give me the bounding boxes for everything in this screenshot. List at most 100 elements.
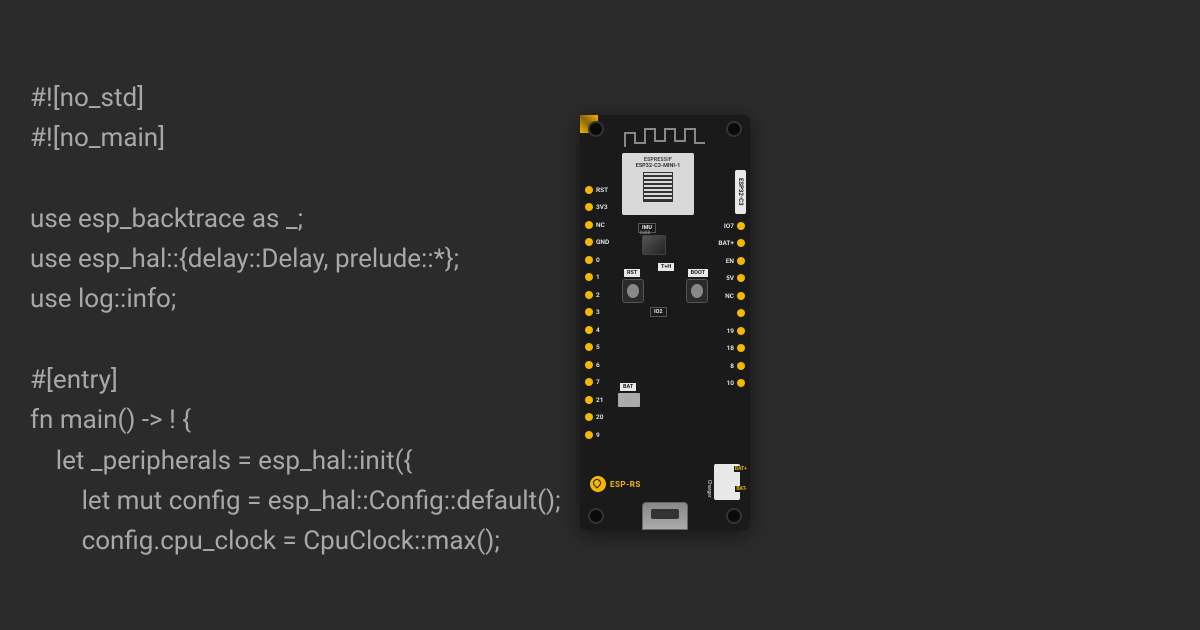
pin[interactable]: 7 [585,376,600,389]
pin-dot-icon [585,273,593,281]
pin[interactable]: 5V [726,272,745,285]
pin[interactable]: 21 [585,393,603,406]
pin-label: NC [596,221,605,229]
pin-label: 8 [730,362,734,370]
pin-label: 18 [727,344,734,352]
pin-dot-icon [585,186,593,194]
pin-label: 19 [727,327,734,335]
qr-code-icon [643,172,673,202]
pin-dot-icon [737,362,745,370]
pin-label: 5 [596,343,600,351]
bat-minus-label: BAT- [735,486,748,492]
pin-label: BAT+ [718,239,734,247]
pin-dot-icon [737,222,745,230]
code-line: use log::info; [30,284,176,314]
mounting-hole-icon [726,508,742,524]
pin[interactable]: 8 [730,359,745,372]
code-line: #![no_main] [30,123,165,153]
mounting-hole-icon [726,121,742,137]
pin[interactable]: 6 [585,358,600,371]
pin-label: 2 [596,291,600,299]
imu-chip-icon [642,235,666,255]
charger-label: Charger [706,480,712,498]
pin[interactable]: RST [585,183,608,196]
pin[interactable]: IO7 [724,219,745,232]
module-name-label: ESP32-C3-MINI-1 [626,163,690,169]
bat-plus-label: BAT+ [734,466,748,472]
pin-label: 0 [596,256,600,264]
pin[interactable]: 3V3 [585,201,608,214]
pin[interactable]: 20 [585,411,603,424]
pin-dot-icon [737,344,745,352]
pin-dot-icon [585,238,593,246]
pin-label: 1 [596,273,600,281]
esp32-board[interactable]: ESPRESSIF ESP32-C3-MINI-1 ESP32-C3 RST 3… [580,115,750,530]
board-side-label: ESP32-C3 [735,170,746,214]
pin-dot-icon [585,326,593,334]
pin[interactable]: 18 [727,342,745,355]
pin-dot-icon [585,308,593,316]
pin-dot-icon [585,413,593,421]
pin-header-right: IO7 BAT+ EN 5V NC 19 18 8 10 [718,219,745,390]
pin[interactable]: GND [585,236,609,249]
pin-label: GND [596,238,609,246]
pin-label: 21 [596,396,603,404]
pin-header-left: RST 3V3 NC GND 0 1 2 3 4 5 6 7 21 20 9 [585,183,609,441]
pin-label: EN [726,257,734,265]
esp-logo-icon [590,476,606,492]
code-line: #[entry] [30,365,118,395]
esp-logo: ESP-RS [590,476,641,492]
pin[interactable]: 1 [585,271,600,284]
usb-port-icon [642,502,688,530]
io2-label: IO2 [650,307,667,317]
pin[interactable]: BAT+ [718,237,745,250]
code-line: use esp_hal::{delay::Delay, prelude::*}; [30,244,459,274]
pin[interactable]: 0 [585,253,600,266]
pin-dot-icon [737,257,745,265]
pin-dot-icon [585,396,593,404]
mounting-hole-icon [588,508,604,524]
code-line: #![no_std] [30,83,144,113]
pin-dot-icon [737,309,745,317]
pin[interactable]: 9 [585,428,600,441]
pin-dot-icon [585,291,593,299]
pin-label: 3 [596,308,600,316]
pin[interactable]: 5 [585,341,600,354]
pin-dot-icon [585,361,593,369]
pin-dot-icon [585,431,593,439]
code-line: use esp_backtrace as _; [30,204,303,234]
pin-label: IO7 [724,222,734,230]
pin[interactable]: 2 [585,288,600,301]
pin[interactable]: 10 [727,377,745,390]
pin[interactable] [734,307,745,320]
antenna-icon [620,123,710,151]
pin[interactable]: 19 [727,324,745,337]
pin-label: 10 [727,379,734,387]
pin[interactable]: NC [725,289,745,302]
mounting-hole-icon [588,121,604,137]
pin[interactable]: 3 [585,306,600,319]
pin-dot-icon [737,379,745,387]
pin-dot-icon [585,221,593,229]
boot-button[interactable] [686,279,708,303]
reset-button[interactable] [622,279,644,303]
pin-dot-icon [737,292,745,300]
battery-chip-icon [618,393,640,407]
pin-dot-icon [737,239,745,247]
pin-label: 5V [726,274,734,282]
pin-label: NC [725,292,734,300]
pin-dot-icon [585,256,593,264]
pin[interactable]: EN [726,254,745,267]
th-label: T+H [658,263,674,271]
pin-label: 4 [596,326,600,334]
pin[interactable]: 4 [585,323,600,336]
code-editor[interactable]: #![no_std] #![no_main] use esp_backtrace… [30,78,561,562]
pin-dot-icon [737,274,745,282]
esp-module: ESPRESSIF ESP32-C3-MINI-1 [622,153,694,215]
pin-label: 20 [596,413,603,421]
bat-label: BAT [620,383,636,391]
imu-addr-label: 0x68 [640,231,650,236]
pin-dot-icon [585,203,593,211]
pin[interactable]: NC [585,218,605,231]
rst-button-label: RST [624,269,640,277]
